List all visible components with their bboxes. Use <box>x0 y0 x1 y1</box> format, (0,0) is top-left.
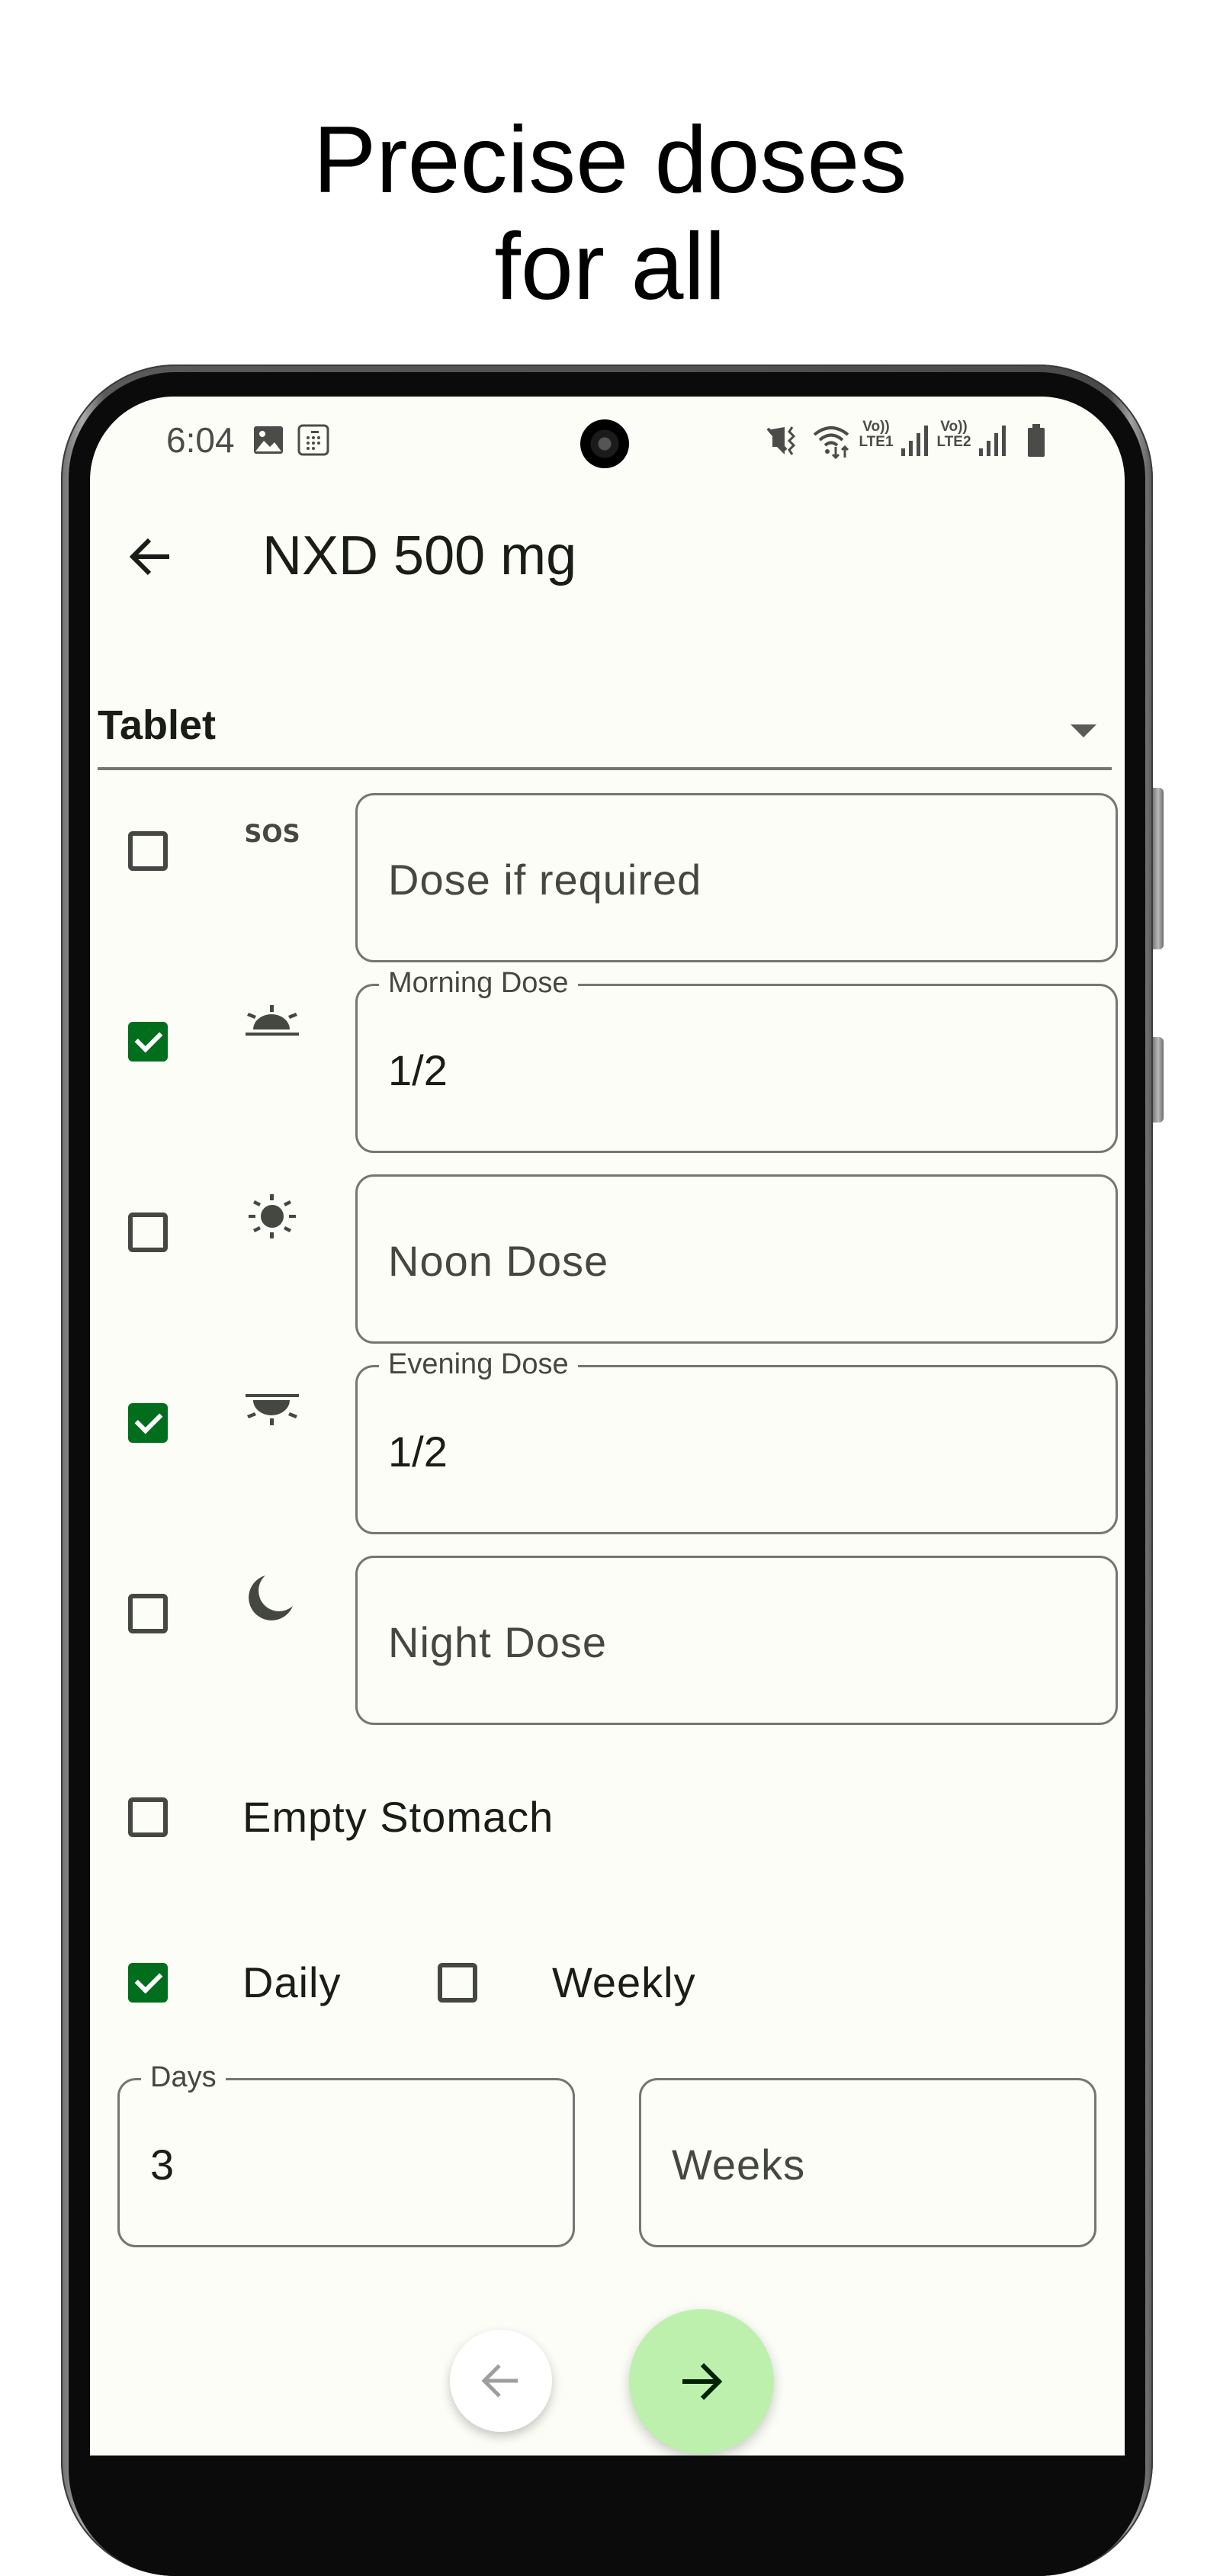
days-label: Days <box>141 2060 226 2094</box>
sos-checkbox[interactable] <box>128 831 168 871</box>
volte-lte2-icon: Vo)) LTE2 <box>933 419 974 450</box>
sos-dose-field[interactable]: Dose if required <box>355 793 1118 962</box>
sunset-icon <box>246 1394 299 1425</box>
morning-dose-field[interactable]: Morning Dose 1/2 <box>355 966 1118 1153</box>
lte1-text: LTE1 <box>859 434 894 450</box>
evening-dose-value: 1/2 <box>388 1428 448 1476</box>
sos-dose-placeholder: Dose if required <box>388 856 702 904</box>
lte2-volte-text: Vo)) <box>940 419 968 435</box>
calendar-grid-notification-icon <box>297 424 329 456</box>
status-bar: 6:04 Vo)) LTE1 Vo)) LTE2 <box>90 397 1125 488</box>
dropdown-arrow-icon <box>1071 724 1096 737</box>
night-checkbox[interactable] <box>128 1594 168 1633</box>
night-dose-placeholder: Night Dose <box>388 1618 608 1666</box>
noon-dose-field[interactable]: Noon Dose <box>355 1174 1118 1344</box>
lte1-volte-text: Vo)) <box>862 419 890 435</box>
morning-checkbox[interactable] <box>128 1022 168 1062</box>
next-button[interactable] <box>629 2309 774 2454</box>
dosage-form-dropdown[interactable]: Tablet <box>98 671 1119 770</box>
weekly-checkbox[interactable] <box>438 1963 477 2003</box>
sunrise-icon <box>246 1005 299 1036</box>
image-notification-icon <box>254 426 283 454</box>
days-value: 3 <box>150 2141 175 2189</box>
volume-button <box>1153 788 1164 949</box>
status-time: 6:04 <box>166 420 235 460</box>
lte2-text: LTE2 <box>936 434 971 450</box>
dropdown-underline <box>98 767 1112 770</box>
arrow-left-icon <box>481 2364 518 2398</box>
back-button[interactable] <box>120 526 181 587</box>
morning-dose-label: Morning Dose <box>379 966 578 1000</box>
wifi-data-icon <box>813 426 849 459</box>
noon-dose-placeholder: Noon Dose <box>388 1237 609 1285</box>
days-field[interactable]: Days 3 <box>117 2060 575 2247</box>
page-title: NXD 500 mg <box>262 525 577 586</box>
app-screen: 6:04 Vo)) LTE1 Vo)) LTE2 NXD 500 mg Tabl… <box>90 397 1125 2456</box>
weeks-placeholder: Weeks <box>672 2141 806 2189</box>
empty-stomach-label: Empty Stomach <box>242 1793 554 1841</box>
morning-dose-value: 1/2 <box>388 1046 448 1094</box>
night-dose-field[interactable]: Night Dose <box>355 1556 1118 1725</box>
arrow-left-icon <box>129 538 169 576</box>
evening-dose-label: Evening Dose <box>379 1347 578 1381</box>
battery-icon <box>1028 424 1045 457</box>
evening-dose-field[interactable]: Evening Dose 1/2 <box>355 1347 1118 1534</box>
weekly-label: Weekly <box>552 1958 696 2006</box>
empty-stomach-checkbox[interactable] <box>128 1797 168 1837</box>
evening-checkbox[interactable] <box>128 1403 168 1443</box>
moon-icon <box>249 1575 293 1620</box>
signal-2-icon <box>979 426 1006 456</box>
headline-line-1: Precise doses <box>313 108 907 213</box>
arrow-right-icon <box>682 2362 723 2401</box>
sos-icon: SOS <box>244 819 300 848</box>
sun-icon <box>249 1194 296 1238</box>
mute-vibrate-icon <box>766 426 796 455</box>
promo-headline: Precise doses for all <box>0 107 1220 320</box>
signal-1-icon <box>901 426 928 456</box>
power-button <box>1153 1037 1164 1123</box>
weeks-field[interactable]: Weeks <box>639 2078 1096 2247</box>
daily-checkbox[interactable] <box>128 1963 168 2003</box>
daily-label: Daily <box>242 1958 342 2006</box>
dosage-form-selected: Tablet <box>98 702 217 748</box>
front-camera <box>580 419 629 468</box>
previous-button[interactable] <box>450 2330 552 2432</box>
noon-checkbox[interactable] <box>128 1213 168 1252</box>
svg-text:SOS: SOS <box>244 819 300 848</box>
volte-lte1-icon: Vo)) LTE1 <box>856 419 897 450</box>
headline-line-2: for all <box>494 214 726 320</box>
